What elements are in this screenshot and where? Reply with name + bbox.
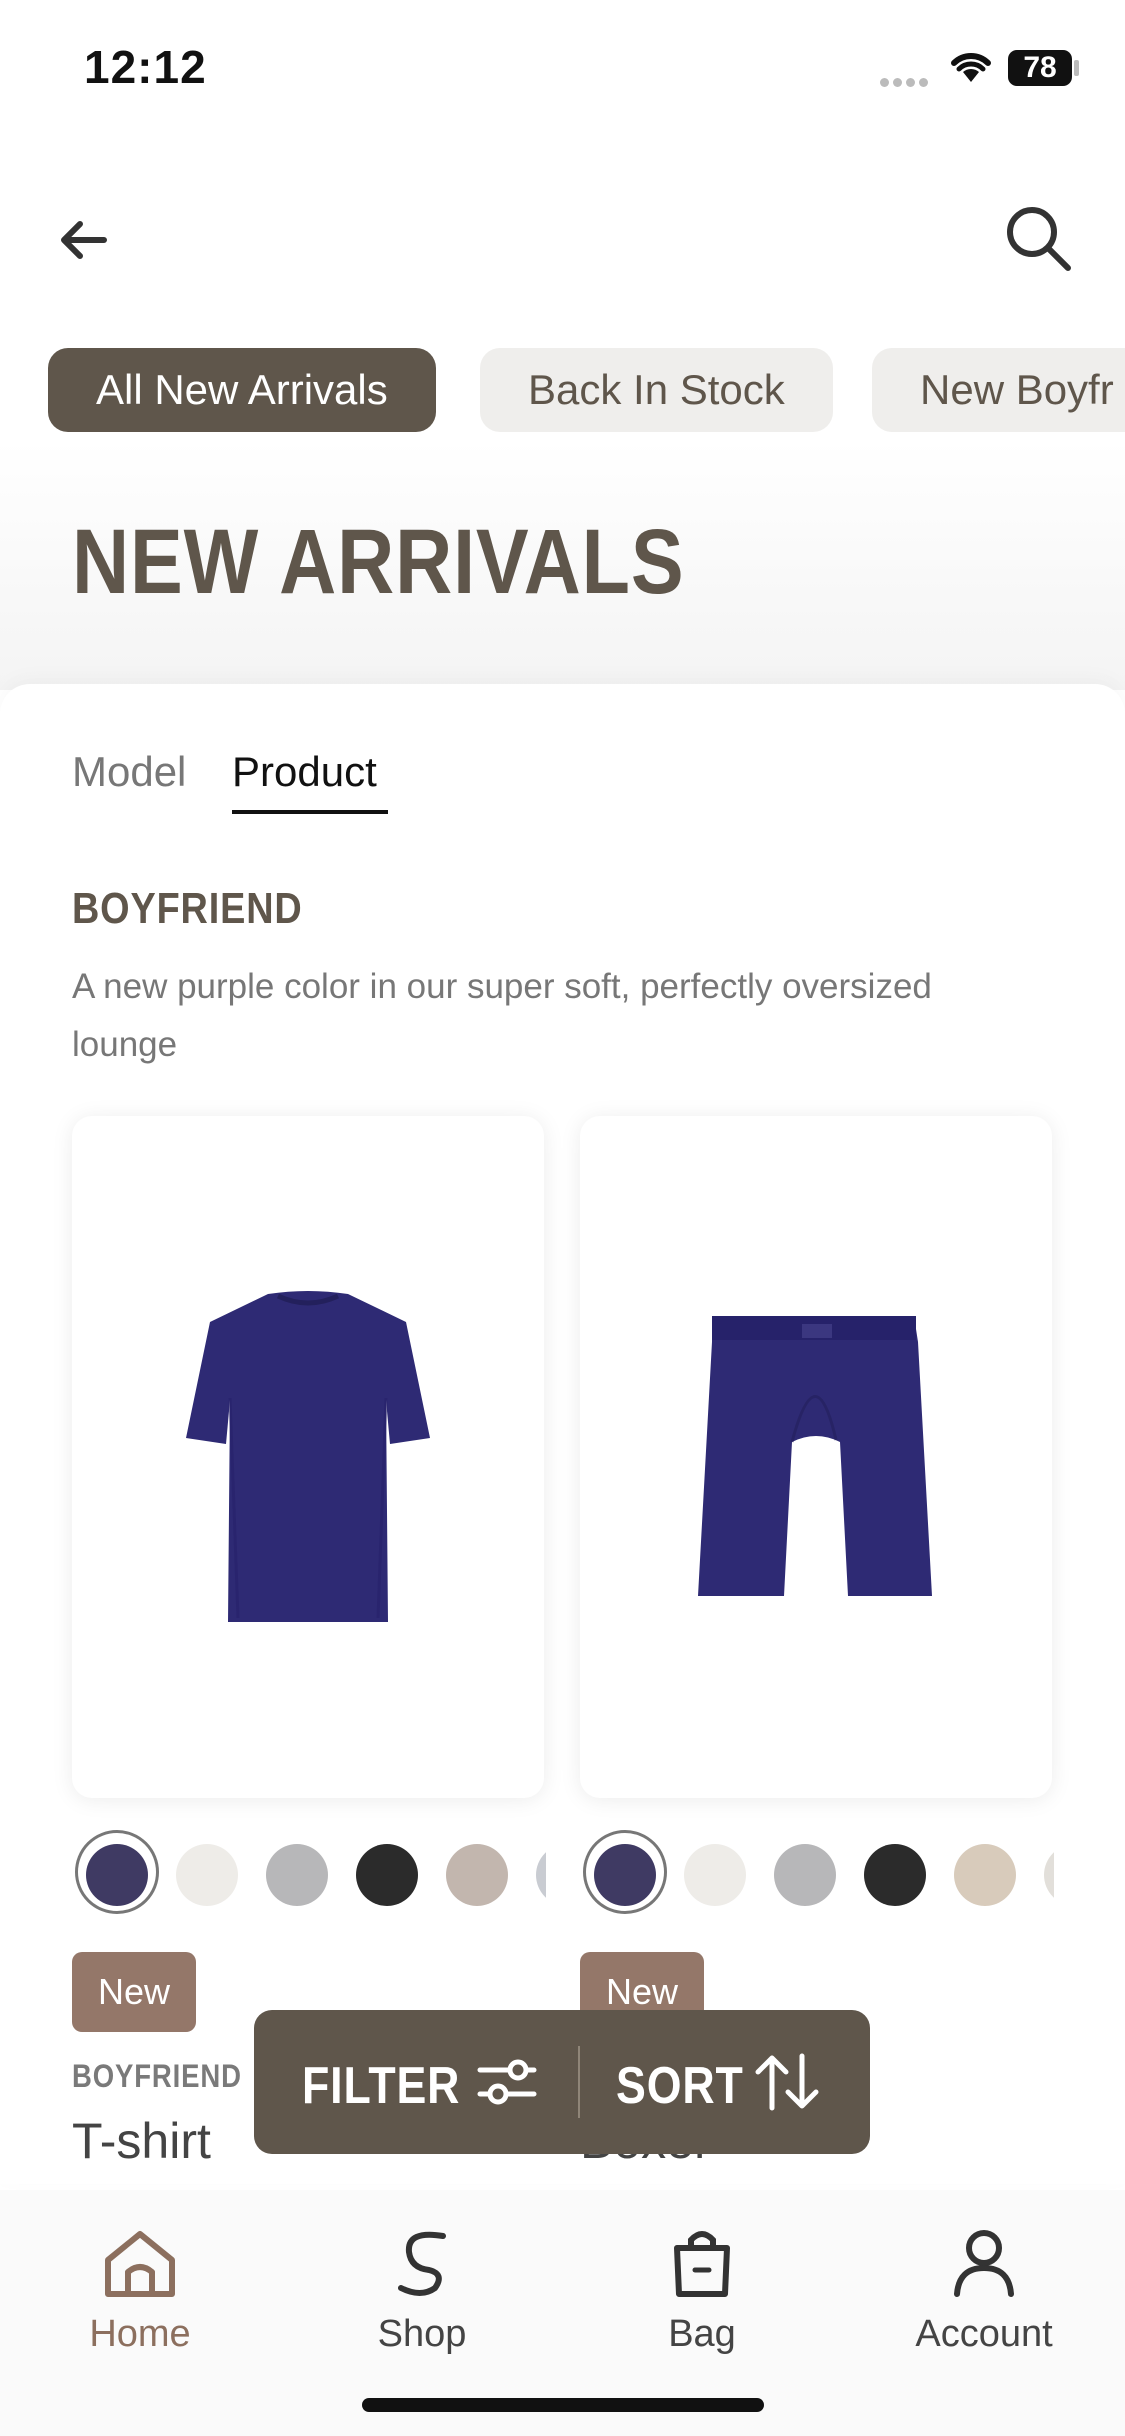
product-card-tshirt[interactable] bbox=[72, 1116, 544, 1798]
home-indicator[interactable] bbox=[362, 2398, 764, 2412]
bag-icon bbox=[674, 2231, 730, 2297]
tshirt-icon bbox=[186, 1291, 430, 1622]
page-title: NEW ARRIVALS bbox=[72, 511, 685, 613]
color-swatch[interactable] bbox=[684, 1844, 746, 1906]
battery-tip bbox=[1074, 60, 1079, 76]
color-swatch[interactable] bbox=[864, 1844, 926, 1906]
arrow-left-icon bbox=[61, 221, 107, 259]
sort-arrows-icon bbox=[755, 2053, 819, 2111]
battery-icon: 78 bbox=[1008, 50, 1072, 86]
color-swatch[interactable] bbox=[594, 1844, 656, 1906]
nav-label: Bag bbox=[668, 2313, 736, 2355]
color-swatch[interactable] bbox=[86, 1844, 148, 1906]
status-time: 12:12 bbox=[84, 41, 207, 93]
shop-s-icon bbox=[398, 2231, 446, 2296]
color-swatch-partial[interactable] bbox=[1044, 1844, 1054, 1906]
nav-label: Home bbox=[89, 2313, 191, 2355]
tab-product[interactable]: Product bbox=[232, 748, 377, 796]
color-swatch[interactable] bbox=[356, 1844, 418, 1906]
product-name[interactable]: T-shirt bbox=[72, 2112, 211, 2170]
filter-button[interactable]: FILTER bbox=[302, 2056, 460, 2116]
nav-shop[interactable]: Shop bbox=[322, 2228, 522, 2356]
search-button[interactable] bbox=[1004, 204, 1074, 274]
chip-back-in-stock[interactable]: Back In Stock bbox=[480, 348, 833, 432]
search-icon bbox=[1007, 207, 1071, 271]
color-swatch[interactable] bbox=[774, 1844, 836, 1906]
new-badge: New bbox=[72, 1952, 196, 2032]
color-swatch[interactable] bbox=[446, 1844, 508, 1906]
chip-all-new-arrivals[interactable]: All New Arrivals bbox=[48, 348, 436, 432]
cellular-signal-icon bbox=[880, 74, 932, 92]
product-brand: BOYFRIEND bbox=[72, 2058, 242, 2094]
nav-label: Account bbox=[915, 2313, 1053, 2355]
home-icon bbox=[105, 2231, 175, 2297]
sliders-icon bbox=[477, 2059, 537, 2105]
account-icon bbox=[954, 2230, 1014, 2297]
boxer-shorts-icon bbox=[698, 1316, 932, 1596]
sort-button[interactable]: SORT bbox=[616, 2056, 744, 2116]
filter-sort-bar: FILTER SORT bbox=[254, 2010, 870, 2154]
nav-label: Shop bbox=[377, 2313, 467, 2355]
tab-model[interactable]: Model bbox=[72, 748, 186, 796]
color-swatch[interactable] bbox=[954, 1844, 1016, 1906]
back-button[interactable] bbox=[56, 212, 112, 268]
color-swatch[interactable] bbox=[266, 1844, 328, 1906]
color-swatch-partial[interactable] bbox=[536, 1844, 546, 1906]
tab-selected-underline bbox=[232, 810, 388, 814]
chip-new-boyfriend[interactable]: New Boyfr bbox=[872, 348, 1125, 432]
color-swatch[interactable] bbox=[176, 1844, 238, 1906]
section-description: A new purple color in our super soft, pe… bbox=[72, 967, 932, 1064]
nav-bag[interactable]: Bag bbox=[602, 2228, 802, 2356]
filter-sort-divider bbox=[578, 2046, 580, 2118]
product-card-boxer[interactable] bbox=[580, 1116, 1052, 1798]
section-heading: BOYFRIEND bbox=[72, 884, 303, 933]
nav-account[interactable]: Account bbox=[884, 2228, 1084, 2356]
nav-home[interactable]: Home bbox=[40, 2228, 240, 2356]
wifi-icon bbox=[948, 48, 994, 89]
